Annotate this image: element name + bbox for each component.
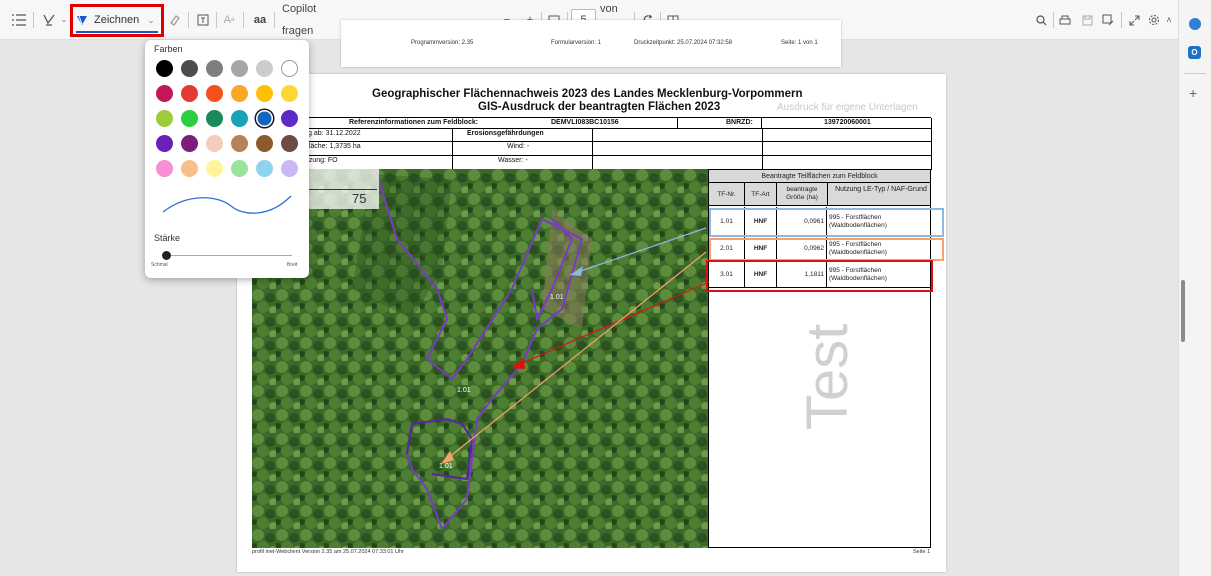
doc-footer-left: profil inet-Webclient Version 2.35 am 25… — [252, 549, 404, 555]
arrow-orange — [447, 251, 707, 459]
thickness-max-label: Breit — [287, 262, 298, 268]
color-swatch[interactable] — [281, 110, 298, 127]
color-swatch[interactable] — [281, 60, 298, 77]
arrow-blue-head — [570, 266, 583, 276]
color-swatch[interactable] — [181, 135, 198, 152]
color-swatch[interactable] — [231, 85, 248, 102]
color-swatch[interactable] — [156, 85, 173, 102]
thickness-slider-track[interactable] — [165, 255, 292, 256]
color-swatch[interactable] — [206, 135, 223, 152]
color-swatch[interactable] — [181, 160, 198, 177]
color-swatch[interactable] — [206, 160, 223, 177]
color-swatch[interactable] — [256, 135, 273, 152]
arrow-blue — [577, 227, 707, 273]
color-swatch[interactable] — [256, 110, 273, 127]
color-swatch[interactable] — [281, 85, 298, 102]
color-swatch[interactable] — [181, 85, 198, 102]
color-swatch[interactable] — [181, 110, 198, 127]
color-swatch[interactable] — [206, 85, 223, 102]
color-swatch[interactable] — [256, 85, 273, 102]
doc-footer-right: Seite 1 — [913, 549, 931, 555]
draw-color-palette: Farben Stärke Schmal Breit — [145, 40, 309, 278]
color-swatch[interactable] — [231, 135, 248, 152]
color-swatch[interactable] — [156, 110, 173, 127]
arrow-red-head — [511, 358, 525, 369]
color-swatch[interactable] — [206, 110, 223, 127]
color-swatch[interactable] — [181, 60, 198, 77]
color-swatch[interactable] — [156, 135, 173, 152]
color-swatch[interactable] — [256, 60, 273, 77]
color-swatch[interactable] — [231, 60, 248, 77]
color-swatch[interactable] — [231, 110, 248, 127]
stroke-preview — [162, 195, 292, 214]
arrow-red — [519, 281, 710, 365]
thickness-min-label: Schmal — [151, 262, 168, 268]
colors-heading: Farben — [154, 44, 183, 54]
color-swatch[interactable] — [156, 160, 173, 177]
color-swatch[interactable] — [281, 160, 298, 177]
thickness-slider-thumb[interactable] — [162, 251, 171, 260]
color-swatch[interactable] — [156, 60, 173, 77]
color-swatch[interactable] — [231, 160, 248, 177]
thickness-heading: Stärke — [154, 233, 181, 243]
color-swatch[interactable] — [256, 160, 273, 177]
color-swatch[interactable] — [206, 60, 223, 77]
arrow-orange-head — [441, 451, 454, 464]
color-swatch[interactable] — [281, 135, 298, 152]
